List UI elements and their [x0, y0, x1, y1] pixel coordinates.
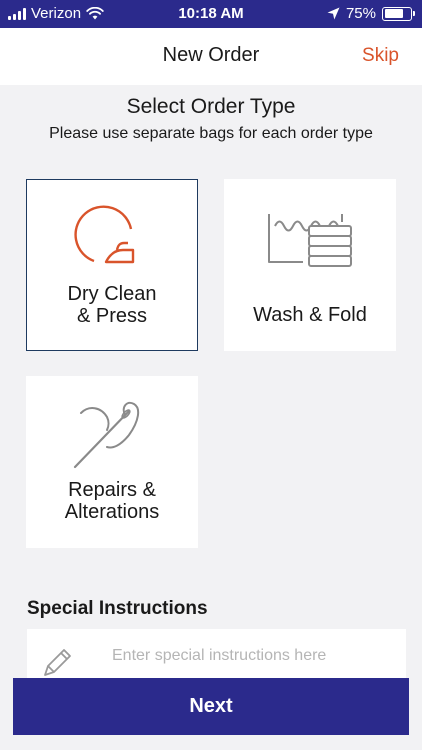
status-bar: Verizon 10:18 AM 75%: [0, 0, 422, 28]
order-type-subtitle: Please use separate bags for each order …: [49, 125, 373, 142]
order-type-card-wash-fold[interactable]: Wash & Fold: [224, 179, 396, 351]
repairs-label: Repairs & Alterations: [64, 479, 160, 523]
battery-icon: [382, 6, 415, 21]
battery-percent: 75%: [345, 5, 376, 22]
next-button[interactable]: Next: [13, 678, 409, 735]
special-instructions-title: Special Instructions: [27, 598, 208, 619]
wash-fold-icon: [224, 204, 396, 274]
page-title: New Order: [162, 44, 260, 66]
pencil-icon: [44, 649, 71, 676]
nav-bar: New Order Skip: [0, 28, 422, 85]
order-type-card-repairs[interactable]: Repairs & Alterations: [26, 376, 198, 548]
location-arrow-icon: [327, 7, 340, 20]
needle-thread-icon: [26, 401, 198, 471]
status-right: 75%: [327, 5, 415, 22]
battery-fill: [384, 9, 404, 18]
dry-clean-label: Dry Clean & Press: [67, 283, 157, 327]
order-type-card-dry-clean[interactable]: Dry Clean & Press: [26, 179, 198, 351]
wash-fold-label: Wash & Fold: [253, 304, 367, 326]
order-type-title: Select Order Type: [126, 95, 296, 118]
dry-clean-icon: [27, 205, 197, 275]
special-instructions-input[interactable]: [112, 647, 392, 665]
skip-button[interactable]: Skip: [362, 45, 399, 67]
